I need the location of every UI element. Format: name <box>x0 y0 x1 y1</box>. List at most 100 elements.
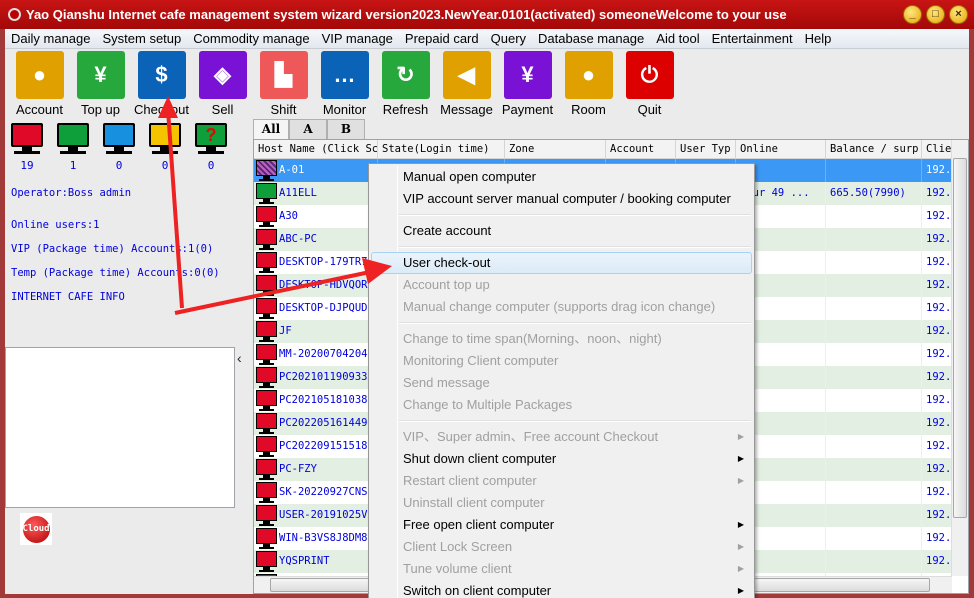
megaphone-icon: ◀ <box>442 51 491 99</box>
computer-base <box>259 317 274 319</box>
toolbar-label: Checkout <box>134 102 189 117</box>
menu-query[interactable]: Query <box>485 29 532 48</box>
context-item-create-account[interactable]: Create account <box>371 220 752 242</box>
tab-all[interactable]: All <box>253 119 289 139</box>
menu-system-setup[interactable]: System setup <box>97 29 188 48</box>
menu-commodity-manage[interactable]: Commodity manage <box>187 29 315 48</box>
status-unknown[interactable]: ? 0 <box>195 123 227 172</box>
monitor-base <box>152 151 178 154</box>
column-header[interactable]: Online <box>736 140 826 158</box>
balance-cell <box>826 527 922 550</box>
column-header[interactable]: Host Name (Click Sc <box>254 140 378 158</box>
monitor-offline-icon <box>11 123 43 147</box>
shift-button[interactable]: ▙ Shift <box>253 49 314 117</box>
context-item-label: User check-out <box>403 255 491 270</box>
balance-cell <box>826 343 922 366</box>
menu-entertainment[interactable]: Entertainment <box>706 29 799 48</box>
context-item-free-open-client-computer[interactable]: Free open client computer ▶ <box>371 514 752 536</box>
status-offline[interactable]: 19 <box>11 123 43 172</box>
vertical-scrollbar[interactable] <box>951 140 968 576</box>
column-header[interactable]: Clier <box>922 140 952 158</box>
context-item-monitoring-client-computer: Monitoring Client computer <box>371 350 752 372</box>
vertical-scroll-thumb[interactable] <box>953 158 967 518</box>
menu-vip-manage[interactable]: VIP manage <box>316 29 399 48</box>
computer-base <box>259 225 274 227</box>
computer-base <box>259 248 274 250</box>
user-icon: ● <box>15 51 64 99</box>
client-cell: 192.1 <box>922 297 952 320</box>
message-button[interactable]: ◀ Message <box>436 49 497 117</box>
refresh-button[interactable]: ↻ Refresh <box>375 49 436 117</box>
submenu-arrow-icon: ▶ <box>737 454 744 463</box>
maximize-button[interactable]: □ <box>926 5 945 24</box>
context-item-vip-account-server-manual-computer-booking-computer[interactable]: VIP account server manual computer / boo… <box>371 188 752 210</box>
status-count: 19 <box>20 159 34 172</box>
host-cell: USER-20191025VU <box>254 504 378 527</box>
left-status-panel: 19 1 0 0? 0 Operator:Boss admin Online users… <box>5 118 235 594</box>
status-reserved[interactable]: 0 <box>103 123 135 172</box>
context-item-label: Manual open computer <box>403 169 536 184</box>
computer-base <box>259 386 274 388</box>
host-name: A30 <box>279 210 298 222</box>
context-item-shut-down-client-computer[interactable]: Shut down client computer ▶ <box>371 448 752 470</box>
host-name: SK-20220927CNSJ <box>279 486 374 498</box>
host-cell: SK-20220927CNSJ <box>254 481 378 504</box>
client-cell: 192.1 <box>922 389 952 412</box>
client-cell: 192.1 <box>922 527 952 550</box>
client-cell: 192.1 <box>922 550 952 573</box>
top-up-button[interactable]: ¥ Top up <box>70 49 131 117</box>
computer-offline-icon <box>256 389 277 412</box>
column-header[interactable]: Balance / surp! <box>826 140 922 158</box>
column-header[interactable]: State(Login time) <box>378 140 505 158</box>
column-header[interactable]: Zone <box>505 140 606 158</box>
context-item-manual-open-computer[interactable]: Manual open computer <box>371 166 752 188</box>
menu-help[interactable]: Help <box>799 29 838 48</box>
cloud-logo[interactable]: Cloud <box>20 513 52 545</box>
status-online[interactable]: 1 <box>57 123 89 172</box>
computer-screen <box>256 321 277 337</box>
tab-b[interactable]: B <box>327 119 365 139</box>
menu-daily-manage[interactable]: Daily manage <box>5 29 97 48</box>
monitor-button[interactable]: … Monitor <box>314 49 375 117</box>
host-name: YQSPRINT <box>279 555 330 567</box>
computer-screen <box>256 206 277 222</box>
column-header[interactable]: Account <box>606 140 676 158</box>
checkout-button[interactable]: $ Checkout <box>131 49 192 117</box>
sell-button[interactable]: ◈ Sell <box>192 49 253 117</box>
payment-button[interactable]: ¥ Payment <box>497 49 558 117</box>
computer-screen <box>256 528 277 544</box>
host-cell: PC202209151518 <box>254 435 378 458</box>
computer-base <box>259 363 274 365</box>
context-item-uninstall-client-computer: Uninstall client computer <box>371 492 752 514</box>
tab-a[interactable]: A <box>289 119 327 139</box>
host-name: PC-FZY <box>279 463 317 475</box>
account-button[interactable]: ● Account <box>9 49 70 117</box>
computer-offline-icon <box>256 366 277 389</box>
column-header[interactable]: User Typ <box>676 140 736 158</box>
computer-offline-icon <box>256 550 277 573</box>
computer-base <box>259 271 274 273</box>
status-locked[interactable]: 0 <box>149 123 181 172</box>
close-button[interactable]: × <box>949 5 968 24</box>
menu-database-manage[interactable]: Database manage <box>532 29 650 48</box>
computer-screen <box>256 344 277 360</box>
menu-prepaid-card[interactable]: Prepaid card <box>399 29 485 48</box>
computer-screen <box>256 367 277 383</box>
computer-offline-icon <box>256 504 277 527</box>
room-button[interactable]: ● Room <box>558 49 619 117</box>
context-item-switch-on-client-computer[interactable]: Switch on client computer ▶ <box>371 580 752 598</box>
menu-aid-tool[interactable]: Aid tool <box>650 29 705 48</box>
minimize-button[interactable]: _ <box>903 5 922 24</box>
host-cell: DESKTOP-HDVQOR6 <box>254 274 378 297</box>
toolbar-label: Sell <box>211 102 234 117</box>
collapse-panel-button[interactable]: ‹ <box>237 350 242 366</box>
context-item-user-check-out[interactable]: User check-out <box>371 252 752 274</box>
cafe-info-link[interactable]: INTERNET CAFE INFO <box>11 291 125 303</box>
notes-area[interactable] <box>5 347 235 508</box>
shift-icon: ▙ <box>259 51 308 99</box>
client-cell: 192.1 <box>922 366 952 389</box>
quit-button[interactable]: ⏻ Quit <box>619 49 680 117</box>
computer-screen <box>256 252 277 268</box>
operator-label: Operator:Boss admin <box>11 187 132 199</box>
sale-tag-icon: ◈ <box>198 51 247 99</box>
